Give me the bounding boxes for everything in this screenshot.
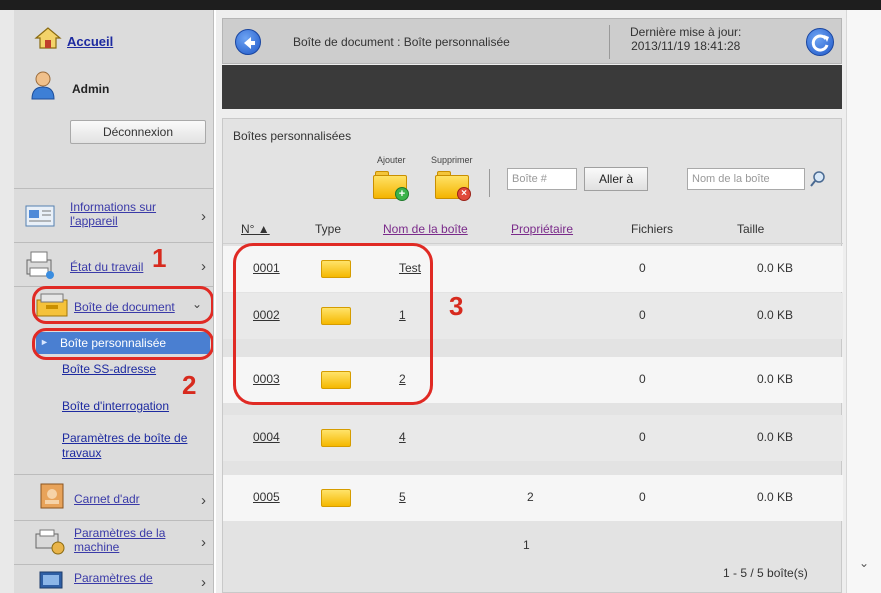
- column-header-box-name[interactable]: Nom de la boîte: [383, 222, 468, 236]
- sidebar-item-label: Carnet d'adr: [74, 492, 140, 506]
- column-header-size: Taille: [737, 222, 765, 236]
- folder-icon: [321, 429, 351, 447]
- sidebar-subitem-job-box-settings[interactable]: Paramètres de boîte de travaux: [62, 431, 192, 461]
- page-title: Boîte de document : Boîte personnalisée: [293, 35, 510, 49]
- box-name-search-input[interactable]: Nom de la boîte: [687, 168, 805, 190]
- chevron-right-icon: ›: [201, 534, 206, 551]
- machine-settings-icon: [34, 528, 66, 556]
- sidebar-divider: [14, 564, 213, 565]
- user-avatar-icon: [30, 70, 56, 100]
- box-size: 0.0 KB: [757, 430, 794, 444]
- chevron-right-icon: ›: [201, 258, 206, 275]
- arrow-left-icon: [244, 37, 255, 49]
- scrollbar[interactable]: ⌄: [846, 10, 881, 593]
- address-book-icon: [38, 482, 66, 510]
- chevron-right-icon: ›: [201, 208, 206, 225]
- column-header-number[interactable]: N° ▲: [241, 222, 270, 236]
- box-size: 0.0 KB: [757, 308, 794, 322]
- table-row[interactable]: 0004 4 0 0.0 KB: [223, 415, 843, 461]
- box-files: 0: [639, 308, 646, 322]
- plus-icon: +: [395, 187, 409, 201]
- page-header: Boîte de document : Boîte personnalisée …: [222, 18, 842, 64]
- main-content: Boîte de document : Boîte personnalisée …: [216, 10, 846, 593]
- top-strip: [0, 0, 881, 10]
- refresh-button[interactable]: [806, 28, 834, 56]
- close-icon: ×: [457, 187, 471, 201]
- column-header-type: Type: [315, 222, 342, 236]
- box-files: 0: [639, 430, 646, 444]
- search-icon[interactable]: [809, 170, 827, 188]
- back-button[interactable]: [235, 29, 261, 55]
- last-updated-label: Dernière mise à jour:: [630, 25, 742, 39]
- delete-label: Supprimer: [431, 155, 473, 165]
- folder-icon: [321, 489, 351, 507]
- refresh-icon: [811, 34, 829, 52]
- box-name-link[interactable]: 5: [399, 490, 406, 504]
- annotation-number: 3: [449, 291, 464, 321]
- go-button[interactable]: Aller à: [584, 167, 648, 191]
- box-name-link[interactable]: 4: [399, 430, 406, 444]
- annotation-number: 2: [182, 370, 197, 400]
- home-icon[interactable]: [34, 26, 62, 50]
- sidebar-divider: [14, 474, 213, 475]
- add-button[interactable]: +: [373, 171, 409, 201]
- annotation-ring: [32, 286, 213, 324]
- table-row[interactable]: 0005 5 2 0 0.0 KB: [223, 475, 843, 521]
- sidebar-item-settings[interactable]: Paramètres de ›: [24, 568, 208, 592]
- column-header-owner[interactable]: Propriétaire: [511, 222, 573, 236]
- logout-button[interactable]: Déconnexion: [70, 120, 206, 144]
- sidebar-item-label: État du travail: [70, 260, 144, 274]
- sidebar-item-device-info[interactable]: Informations sur l'appareil ›: [24, 196, 208, 242]
- page-number: 1: [523, 538, 530, 552]
- chevron-right-icon: ›: [201, 492, 206, 509]
- box-files: 0: [639, 372, 646, 386]
- box-number-input[interactable]: Boîte #: [507, 168, 577, 190]
- box-owner: 2: [527, 490, 534, 504]
- user-name: Admin: [72, 82, 110, 96]
- box-number-link[interactable]: 0005: [253, 490, 280, 504]
- left-edge: [0, 10, 14, 593]
- sidebar-divider: [14, 520, 213, 521]
- toolbar-band: [222, 65, 842, 109]
- result-count: 1 - 5 / 5 boîte(s): [723, 566, 808, 580]
- settings-icon: [38, 570, 64, 590]
- box-size: 0.0 KB: [757, 490, 794, 504]
- chevron-right-icon: ›: [201, 574, 206, 591]
- app-window: Accueil Admin Déconnexion Informations s…: [0, 0, 881, 593]
- job-status-icon: [24, 250, 56, 280]
- sidebar-divider: [14, 188, 213, 189]
- annotation-ring: [32, 328, 213, 360]
- box-number-link[interactable]: 0004: [253, 430, 280, 444]
- sidebar-item-label: Paramètres de la machine: [74, 526, 166, 554]
- toolbar-divider: [489, 169, 490, 197]
- sidebar-subitem-ss-address[interactable]: Boîte SS-adresse: [62, 362, 156, 377]
- sidebar-item-label: Paramètres de: [74, 571, 153, 585]
- sidebar-subitem-polling-box[interactable]: Boîte d'interrogation: [62, 399, 169, 414]
- box-files: 0: [639, 261, 646, 275]
- box-files: 0: [639, 490, 646, 504]
- last-updated-time: 2013/11/19 18:41:28: [631, 39, 741, 53]
- sidebar-divider: [14, 242, 213, 243]
- header-divider: [609, 25, 610, 59]
- column-header-files: Fichiers: [631, 222, 674, 236]
- device-info-icon: [24, 202, 56, 230]
- custom-box-panel: Boîtes personnalisées Ajouter + Supprime…: [222, 118, 843, 593]
- home-link[interactable]: Accueil: [67, 34, 113, 49]
- last-updated: Dernière mise à jour: 2013/11/19 18:41:2…: [630, 25, 741, 53]
- sidebar-item-label: Informations sur l'appareil: [70, 200, 157, 228]
- box-size: 0.0 KB: [757, 261, 794, 275]
- box-size: 0.0 KB: [757, 372, 794, 386]
- delete-button[interactable]: ×: [435, 171, 471, 201]
- sidebar-item-machine-settings[interactable]: Paramètres de la machine ›: [24, 522, 208, 568]
- panel-title: Boîtes personnalisées: [233, 129, 352, 143]
- sidebar: Accueil Admin Déconnexion Informations s…: [14, 10, 214, 593]
- add-label: Ajouter: [377, 155, 406, 165]
- scroll-down-icon[interactable]: ⌄: [859, 556, 869, 570]
- annotation-ring: [233, 243, 433, 405]
- annotation-number: 1: [152, 243, 167, 273]
